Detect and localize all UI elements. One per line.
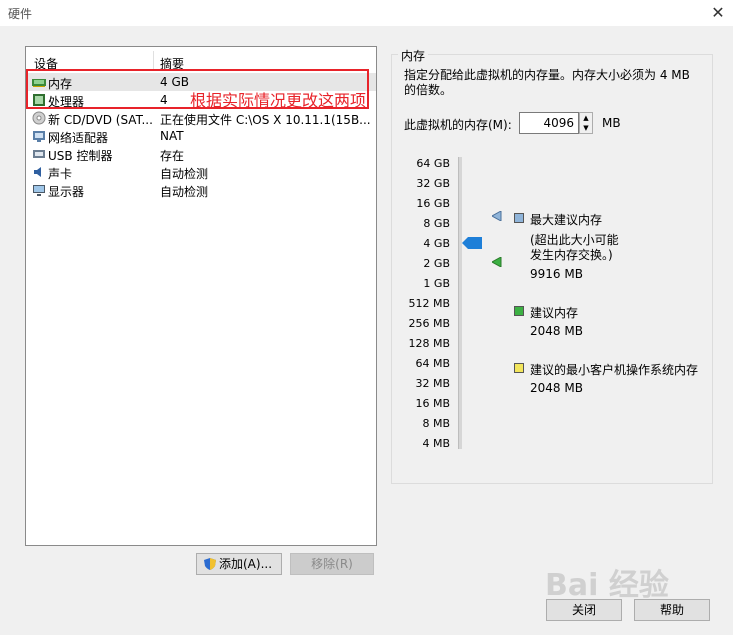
- memory-spinner[interactable]: ▲ ▼: [579, 112, 593, 134]
- legend-max-swatch: [514, 213, 524, 223]
- display-icon: [33, 185, 45, 196]
- memory-field-label: 此虚拟机的内存(M):: [404, 118, 512, 132]
- legend-max-note: (超出此大小可能 发生内存交换。): [530, 233, 619, 262]
- legend-min-label: 建议的最小客户机操作系统内存: [530, 363, 699, 377]
- legend-rec-label: 建议内存: [530, 306, 579, 320]
- memory-group-label: 内存: [398, 47, 429, 64]
- scale-tick: 32 GB: [416, 177, 450, 190]
- scale-tick: 256 MB: [408, 317, 450, 330]
- scale-tick: 32 MB: [415, 377, 450, 390]
- network-adapter-icon: [33, 131, 45, 142]
- memory-description: 指定分配给此虚拟机的内存量。内存大小必须为 4 MB 的倍数。: [404, 68, 690, 97]
- remove-button[interactable]: 移除(R): [290, 553, 374, 575]
- sound-card-icon: [34, 167, 41, 177]
- scale-tick: 4 MB: [422, 437, 450, 450]
- hardware-name: 显示器: [48, 185, 85, 199]
- memory-unit: MB: [602, 116, 621, 130]
- legend-rec-swatch: [514, 306, 524, 316]
- scale-tick: 4 GB: [423, 237, 450, 250]
- legend-rec-value: 2048 MB: [530, 324, 583, 338]
- hardware-list: 设备 摘要 内存 4 GB 处理器 4 新 CD/DVD (SAT... 正在使…: [25, 46, 377, 546]
- legend-min-value: 2048 MB: [530, 381, 583, 395]
- hardware-summary: 自动检测: [160, 185, 209, 199]
- max-recommended-marker-icon: [492, 211, 502, 221]
- cd-dvd-icon: [32, 111, 46, 125]
- scale-tick: 1 GB: [423, 277, 450, 290]
- scale-tick: 64 GB: [416, 157, 450, 170]
- hardware-name: 声卡: [48, 167, 73, 181]
- column-separator[interactable]: [153, 51, 154, 69]
- hardware-row-usb[interactable]: USB 控制器 存在: [26, 145, 376, 163]
- spin-down-icon[interactable]: ▼: [580, 123, 592, 133]
- recommended-marker-icon: [492, 257, 502, 267]
- watermark: Bai 经验: [545, 568, 669, 603]
- hardware-name: 新 CD/DVD (SAT...: [48, 113, 153, 127]
- scale-tick: 16 MB: [415, 397, 450, 410]
- window-title: 硬件: [8, 7, 33, 21]
- hardware-summary: 正在使用文件 C:\OS X 10.11.1(15B...: [160, 113, 370, 127]
- hardware-row-display[interactable]: 显示器 自动检测: [26, 181, 376, 199]
- hardware-row-cd-dvd[interactable]: 新 CD/DVD (SAT... 正在使用文件 C:\OS X 10.11.1(…: [26, 109, 376, 127]
- hardware-summary: 存在: [160, 149, 185, 163]
- memory-scale: 64 GB 32 GB 16 GB 8 GB 4 GB 2 GB 1 GB 51…: [390, 155, 450, 455]
- hardware-name: USB 控制器: [48, 149, 113, 163]
- scale-tick: 2 GB: [423, 257, 450, 270]
- hardware-row-network[interactable]: 网络适配器 NAT: [26, 127, 376, 145]
- scale-tick: 128 MB: [408, 337, 450, 350]
- legend-max-value: 9916 MB: [530, 267, 583, 281]
- spin-up-icon[interactable]: ▲: [580, 113, 592, 123]
- hardware-row-sound[interactable]: 声卡 自动检测: [26, 163, 376, 181]
- memory-input[interactable]: 4096: [519, 112, 579, 134]
- title-bar: [0, 0, 733, 26]
- scale-tick: 64 MB: [415, 357, 450, 370]
- shield-icon: [204, 558, 216, 570]
- hardware-summary: NAT: [160, 129, 184, 143]
- hardware-name: 网络适配器: [48, 131, 109, 145]
- scale-tick: 16 GB: [416, 197, 450, 210]
- legend-min-swatch: [514, 363, 524, 373]
- hardware-summary: 自动检测: [160, 167, 209, 181]
- add-button-label: 添加(A)...: [219, 557, 273, 571]
- add-button[interactable]: 添加(A)...: [196, 553, 282, 575]
- legend-max-label: 最大建议内存: [530, 213, 603, 227]
- scale-tick: 8 MB: [422, 417, 450, 430]
- scale-tick: 8 GB: [423, 217, 450, 230]
- annotation-text: 根据实际情况更改这两项: [190, 91, 367, 110]
- memory-slider-track[interactable]: [458, 157, 462, 449]
- usb-icon: [33, 150, 45, 158]
- scale-tick: 512 MB: [408, 297, 450, 310]
- close-icon[interactable]: ✕: [708, 3, 728, 23]
- memory-slider-thumb[interactable]: [462, 237, 482, 249]
